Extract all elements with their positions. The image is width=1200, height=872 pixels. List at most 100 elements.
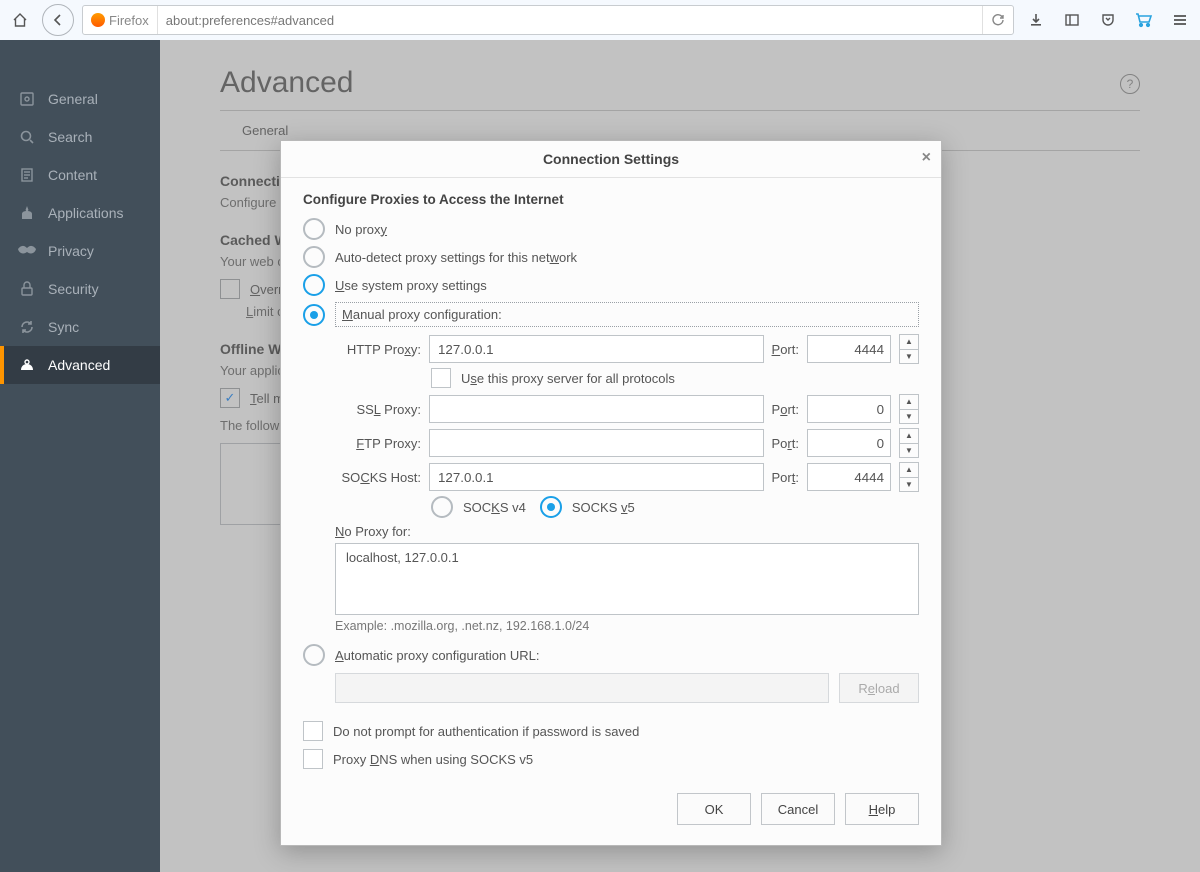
port-label: Port: [772,342,799,357]
sidebar-label: Privacy [48,243,94,259]
ssl-label: SSL Proxy: [335,402,421,417]
ftp-proxy-row: FTP Proxy: Port: ▲▼ [335,428,919,458]
socks-port-input[interactable] [807,463,891,491]
sidebar-item-content[interactable]: Content [0,156,160,194]
ftp-proxy-input[interactable] [429,429,764,457]
proxy-dns-label: Proxy DNS when using SOCKS v5 [333,752,533,767]
use-all-protocols-checkbox[interactable]: Use this proxy server for all protocols [431,368,919,388]
http-port-input[interactable] [807,335,891,363]
cancel-button[interactable]: Cancel [761,793,835,825]
sidebar-label: Content [48,167,97,183]
ssl-proxy-input[interactable] [429,395,764,423]
ssl-port-input[interactable] [807,395,891,423]
socks-v5-label: SOCKS v5 [572,500,635,515]
sidebar-button[interactable] [1058,6,1086,34]
socks-v4-label: SOCKS v4 [463,500,526,515]
downloads-button[interactable] [1022,6,1050,34]
reload-button[interactable] [982,6,1013,34]
home-button[interactable] [6,6,34,34]
radio-icon [431,496,453,518]
sidebar-item-privacy[interactable]: Privacy [0,232,160,270]
content-icon [18,166,36,184]
preferences-sidebar: General Search Content Applications Priv… [0,40,160,872]
http-label: HTTP Proxy: [335,342,421,357]
dialog-body: Configure Proxies to Access the Internet… [281,178,941,777]
sidebar-label: Applications [48,205,124,221]
dialog-title: Connection Settings × [281,141,941,178]
no-prompt-checkbox[interactable]: Do not prompt for authentication if pass… [303,717,919,745]
auto-url-input [335,673,829,703]
http-proxy-input[interactable] [429,335,764,363]
radio-label: Manual proxy configuration: [335,302,919,327]
socks-version-group: SOCKS v4 SOCKS v5 [431,496,919,518]
radio-icon [303,304,325,326]
sidebar-label: Security [48,281,99,297]
radio-no-proxy[interactable]: No proxy [303,215,919,243]
ssl-proxy-row: SSL Proxy: Port: ▲▼ [335,394,919,424]
radio-icon [303,246,325,268]
http-port-spinner[interactable]: ▲▼ [899,334,919,364]
sidebar-item-search[interactable]: Search [0,118,160,156]
reload-button: Reload [839,673,919,703]
radio-socks-v4[interactable]: SOCKS v4 [431,496,526,518]
checkbox-box [303,749,323,769]
radio-icon [303,644,325,666]
socks-label: SOCKS Host: [335,470,421,485]
no-prompt-label: Do not prompt for authentication if pass… [333,724,639,739]
use-all-label: Use this proxy server for all protocols [461,371,675,386]
radio-system-proxy[interactable]: Use system proxy settings [303,271,919,299]
socks-port-spinner[interactable]: ▲▼ [899,462,919,492]
general-icon [18,90,36,108]
menu-button[interactable] [1166,6,1194,34]
radio-icon [540,496,562,518]
firefox-icon [91,13,105,27]
ftp-port-spinner[interactable]: ▲▼ [899,428,919,458]
auto-url-label: Automatic proxy configuration URL: [335,648,539,663]
no-proxy-example: Example: .mozilla.org, .net.nz, 192.168.… [335,619,919,633]
sidebar-label: Search [48,129,92,145]
sidebar-item-advanced[interactable]: Advanced [0,346,160,384]
sidebar-item-security[interactable]: Security [0,270,160,308]
sidebar-item-general[interactable]: General [0,80,160,118]
pocket-button[interactable] [1094,6,1122,34]
no-proxy-label: No Proxy for: [335,524,919,539]
dialog-close-button[interactable]: × [922,149,931,167]
identity-label: Firefox [109,13,149,28]
ftp-port-input[interactable] [807,429,891,457]
sidebar-item-applications[interactable]: Applications [0,194,160,232]
sidebar-label: Advanced [48,357,110,373]
radio-label: Auto-detect proxy settings for this netw… [335,250,577,265]
advanced-icon [18,356,36,374]
radio-auto-detect[interactable]: Auto-detect proxy settings for this netw… [303,243,919,271]
radio-auto-url[interactable]: Automatic proxy configuration URL: [303,641,919,669]
cart-button[interactable] [1130,6,1158,34]
sidebar-item-sync[interactable]: Sync [0,308,160,346]
radio-label: No proxy [335,222,387,237]
dialog-footer: OK Cancel Help [281,777,941,845]
port-label: Port: [772,436,799,451]
applications-icon [18,204,36,222]
proxy-dns-checkbox[interactable]: Proxy DNS when using SOCKS v5 [303,745,919,773]
address-bar[interactable]: Firefox about:preferences#advanced [82,5,1014,35]
identity-badge[interactable]: Firefox [83,6,158,34]
sidebar-label: General [48,91,98,107]
sidebar-label: Sync [48,319,79,335]
auto-url-row: Reload [335,673,919,703]
ssl-port-spinner[interactable]: ▲▼ [899,394,919,424]
port-label: Port: [772,402,799,417]
http-proxy-row: HTTP Proxy: Port: ▲▼ [335,334,919,364]
ok-button[interactable]: OK [677,793,751,825]
port-label: Port: [772,470,799,485]
radio-icon [303,274,325,296]
url-text[interactable]: about:preferences#advanced [158,13,982,28]
radio-socks-v5[interactable]: SOCKS v5 [540,496,635,518]
socks-host-row: SOCKS Host: Port: ▲▼ [335,462,919,492]
socks-host-input[interactable] [429,463,764,491]
help-button[interactable]: Help [845,793,919,825]
connection-settings-dialog: Connection Settings × Configure Proxies … [280,140,942,846]
search-icon [18,128,36,146]
radio-label: Use system proxy settings [335,278,487,293]
back-button[interactable] [42,4,74,36]
no-proxy-textarea[interactable]: localhost, 127.0.0.1 [335,543,919,615]
radio-manual-proxy[interactable]: Manual proxy configuration: [303,299,919,330]
